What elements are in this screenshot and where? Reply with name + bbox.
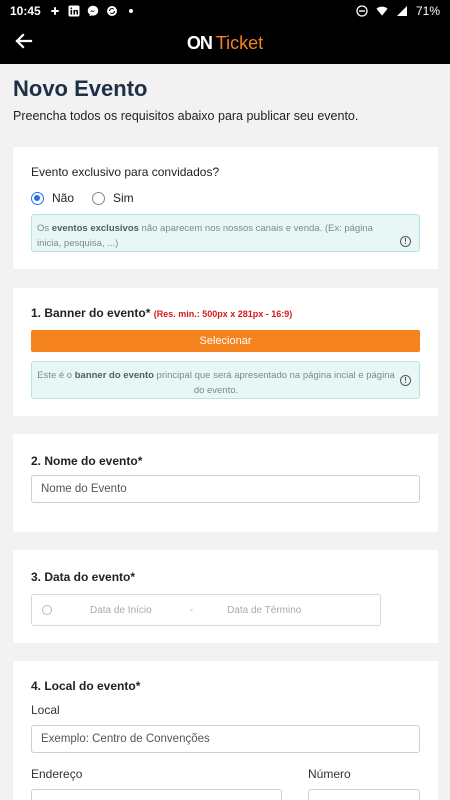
address-input[interactable] — [31, 789, 282, 800]
event-location-card: 4. Local do evento* Local Exemplo: Centr… — [13, 661, 438, 800]
back-button[interactable] — [8, 28, 38, 58]
app-bar: ON Ticket — [0, 22, 450, 64]
banner-requirement: (Res. min.: 500px x 281px - 16:9) — [153, 309, 293, 319]
linkedin-icon — [68, 5, 80, 17]
address-label: Endereço — [31, 767, 83, 781]
event-date-title: 3. Data do evento* — [31, 570, 136, 584]
exclusive-info-box: Os eventos exclusivos não aparecem nos n… — [31, 214, 420, 252]
info-icon[interactable]: ! — [400, 375, 411, 386]
local-label: Local — [31, 703, 60, 717]
do-not-disturb-icon — [356, 5, 368, 17]
exclusive-info-prefix: Os — [37, 223, 52, 234]
banner-info-prefix: Este é o — [37, 370, 75, 381]
radio-yes-label[interactable]: Sim — [113, 191, 134, 205]
page-subtitle: Preencha todos os requisitos abaixo para… — [13, 109, 359, 123]
info-icon[interactable]: ! — [400, 236, 411, 247]
radio-no[interactable] — [31, 191, 44, 205]
status-time: 10:45 — [10, 4, 41, 18]
exclusive-question: Evento exclusivo para convidados? — [31, 165, 220, 179]
banner-info-bold: banner do evento — [74, 370, 154, 381]
start-date-input[interactable]: Data de Início — [90, 605, 152, 616]
banner-asterisk: * — [145, 306, 151, 320]
banner-info-box: Este é o banner do evento principal que … — [31, 361, 420, 399]
event-location-title: 4. Local do evento* — [31, 679, 141, 693]
signal-icon — [396, 5, 408, 17]
notification-dot-icon — [125, 5, 137, 17]
banner-info-suffix: principal que será apresentado na página… — [153, 370, 395, 396]
local-input[interactable]: Exemplo: Centro de Convenções — [31, 725, 420, 753]
onticket-logo: ON Ticket — [187, 33, 263, 54]
logo-on-text: ON — [186, 32, 213, 53]
event-name-title: 2. Nome do evento* — [31, 454, 143, 468]
number-input[interactable] — [308, 789, 420, 800]
exclusive-info-bold: eventos exclusivos — [51, 223, 139, 234]
battery-level: 71% — [415, 4, 440, 18]
messenger-icon — [87, 5, 99, 17]
radio-no-label[interactable]: Não — [52, 191, 74, 205]
exclusive-event-card: Evento exclusivo para convidados? Não Si… — [13, 147, 438, 269]
banner-title-text: 1. Banner do evento — [31, 306, 146, 320]
date-separator: - — [189, 604, 194, 616]
event-name-input[interactable]: Nome do Evento — [31, 475, 420, 503]
banner-title: 1. Banner do evento* (Res. min.: 500px x… — [31, 306, 292, 320]
event-name-card: 2. Nome do evento* Nome do Evento — [13, 434, 438, 532]
date-range-picker[interactable]: Data de Início - Data de Término — [31, 594, 381, 626]
wifi-icon — [376, 5, 388, 17]
select-banner-button[interactable]: Selecionar — [31, 330, 420, 352]
page-title: Novo Evento — [13, 76, 148, 101]
slack-icon — [49, 5, 61, 17]
clock-icon — [42, 605, 52, 615]
logo-ticket-text: Ticket — [215, 32, 264, 53]
end-date-input[interactable]: Data de Término — [227, 605, 301, 616]
exclusive-radio-group: Não Sim — [31, 191, 144, 205]
sync-icon — [106, 5, 118, 17]
status-bar: 10:45 71% — [0, 0, 450, 22]
main-content: Novo Evento Preencha todos os requisitos… — [0, 64, 450, 800]
number-label: Número — [308, 767, 351, 781]
radio-yes[interactable] — [92, 191, 106, 205]
arrow-back-icon — [13, 31, 33, 56]
banner-card: 1. Banner do evento* (Res. min.: 500px x… — [13, 288, 438, 416]
event-date-card: 3. Data do evento* Data de Início - Data… — [13, 550, 438, 643]
